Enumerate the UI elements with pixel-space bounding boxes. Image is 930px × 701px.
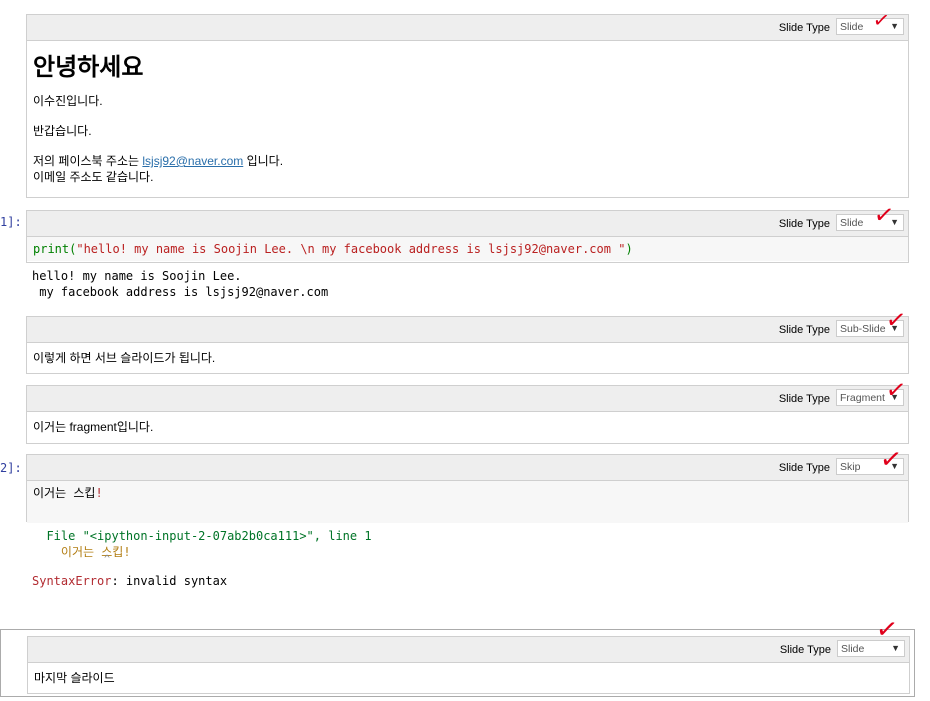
slide-type-value: Sub-Slide bbox=[840, 323, 886, 335]
error-token: 이거는 스킵! bbox=[60, 545, 131, 559]
cell-output: hello! my name is Soojin Lee. my faceboo… bbox=[32, 268, 328, 300]
cell-toolbar: Slide Type Slide ▼ bbox=[27, 15, 908, 41]
cell-toolbar: Slide Type Skip ▼ bbox=[27, 455, 908, 481]
error-token: : invalid syntax bbox=[111, 574, 228, 588]
slide-type-value: Slide bbox=[841, 643, 865, 655]
code-cell-5[interactable]: Slide Type Skip ▼ 이거는 스킵! bbox=[26, 454, 909, 523]
error-caret: ^ bbox=[104, 552, 110, 568]
cell-toolbar: Slide Type Fragment ▼ bbox=[27, 386, 908, 412]
cell-prompt: 2]: bbox=[0, 461, 22, 475]
markdown-cell-4[interactable]: Slide Type Fragment ▼ 이거는 fragment입니다. bbox=[26, 385, 909, 444]
code-token: print( bbox=[33, 242, 77, 256]
cell-prompt: 1]: bbox=[0, 215, 22, 229]
checkmark-icon: ✓ bbox=[884, 304, 908, 336]
checkmark-icon: ✓ bbox=[871, 6, 892, 34]
slide-type-value: Slide bbox=[840, 217, 864, 229]
markdown-cell-6[interactable]: Slide Type Slide ▼ 마지막 슬라이드 bbox=[0, 629, 915, 697]
dropdown-arrow-icon: ▼ bbox=[890, 21, 899, 31]
markdown-rendered: 이거는 fragment입니다. bbox=[27, 412, 908, 443]
output-line: my facebook address is lsjsj92@naver.com bbox=[32, 285, 329, 299]
cell-inner: Slide Type Slide ▼ 마지막 슬라이드 bbox=[27, 636, 910, 694]
slide-type-value: Skip bbox=[840, 461, 861, 473]
cell-toolbar: Slide Type Sub-Slide ▼ bbox=[27, 317, 908, 343]
error-output: File "<ipython-input-2-07ab2b0ca111>", l… bbox=[32, 528, 372, 560]
checkmark-icon: ✓ bbox=[872, 199, 896, 231]
text: 저의 페이스북 주소는 bbox=[33, 154, 143, 168]
slide-type-label: Slide Type bbox=[778, 218, 830, 230]
output-line: hello! my name is Soojin Lee. bbox=[32, 269, 242, 283]
error-token: ^ bbox=[104, 554, 111, 565]
markdown-cell-1[interactable]: Slide Type Slide ▼ 안녕하세요 이수진입니다. 반갑습니다. … bbox=[26, 14, 909, 198]
error-message: SyntaxError: invalid syntax bbox=[32, 573, 227, 589]
markdown-cell-3[interactable]: Slide Type Sub-Slide ▼ 이렇게 하면 서브 슬라이드가 됩… bbox=[26, 316, 909, 374]
code-token: 이거는 스킵 bbox=[33, 486, 96, 500]
slide-type-value: Slide bbox=[840, 21, 864, 33]
slide-type-label: Slide Type bbox=[778, 462, 830, 474]
text: fragment bbox=[69, 420, 117, 434]
cell-toolbar: Slide Type Slide ▼ bbox=[28, 637, 909, 663]
slide-type-value: Fragment bbox=[840, 392, 885, 404]
checkmark-icon: ✓ bbox=[878, 443, 904, 477]
checkmark-icon: ✓ bbox=[884, 374, 908, 406]
code-input[interactable]: print("hello! my name is Soojin Lee. \n … bbox=[27, 237, 908, 261]
code-token: "hello! my name is Soojin Lee. \n my fac… bbox=[76, 242, 626, 256]
slide-type-label: Slide Type bbox=[778, 22, 830, 34]
markdown-rendered: 안녕하세요 이수진입니다. 반갑습니다. 저의 페이스북 주소는 lsjsj92… bbox=[27, 41, 908, 193]
code-token: ) bbox=[625, 242, 633, 256]
markdown-rendered: 이렇게 하면 서브 슬라이드가 됩니다. bbox=[27, 343, 908, 374]
code-token: ! bbox=[95, 486, 103, 500]
error-token: "<ipython-input-2-07ab2b0ca111>" bbox=[82, 529, 314, 543]
paragraph: 반갑습니다. bbox=[33, 124, 92, 138]
text: 입니다. bbox=[116, 420, 154, 434]
slide-type-select[interactable]: Slide ▼ bbox=[836, 18, 904, 35]
slide-type-label: Slide Type bbox=[779, 644, 831, 656]
text: 입니다. bbox=[243, 154, 284, 168]
cell-toolbar: Slide Type Slide ▼ bbox=[27, 211, 908, 237]
error-token: File bbox=[46, 529, 83, 543]
slide-type-label: Slide Type bbox=[778, 324, 830, 336]
email-link[interactable]: lsjsj92@naver.com bbox=[142, 154, 243, 168]
text: 이메일 주소도 같습니다. bbox=[33, 170, 154, 184]
error-token: , line 1 bbox=[313, 529, 372, 543]
paragraph: 저의 페이스북 주소는 lsjsj92@naver.com 입니다. 이메일 주… bbox=[33, 153, 902, 185]
paragraph: 이렇게 하면 서브 슬라이드가 됩니다. bbox=[33, 351, 216, 365]
code-cell-2[interactable]: Slide Type Slide ▼ print("hello! my name… bbox=[26, 210, 909, 263]
heading: 안녕하세요 bbox=[33, 54, 144, 81]
text: 이거는 bbox=[33, 420, 70, 434]
code-input[interactable]: 이거는 스킵! bbox=[27, 481, 908, 523]
error-token: SyntaxError bbox=[32, 574, 112, 588]
markdown-rendered: 마지막 슬라이드 bbox=[28, 663, 909, 693]
paragraph: 이수진입니다. bbox=[33, 94, 103, 108]
slide-type-label: Slide Type bbox=[778, 393, 830, 405]
checkmark-icon: ✓ bbox=[874, 613, 900, 647]
paragraph: 마지막 슬라이드 bbox=[34, 671, 115, 685]
